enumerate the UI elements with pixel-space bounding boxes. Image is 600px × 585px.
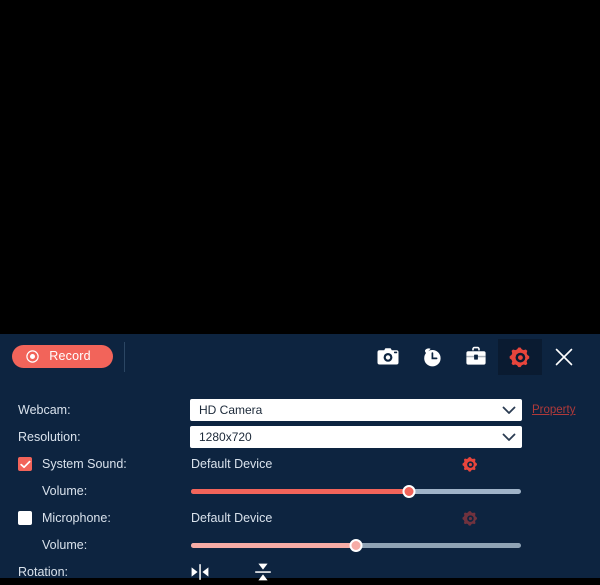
rotation-label: Rotation: [18, 565, 69, 579]
system-sound-settings-gear-icon[interactable] [461, 455, 479, 473]
microphone-label: Microphone: [42, 511, 111, 525]
gear-icon [509, 346, 532, 369]
recording-preview[interactable] [0, 0, 600, 334]
settings-button[interactable] [498, 339, 542, 375]
system-volume-slider[interactable] [191, 483, 521, 499]
record-button-label: Record [49, 349, 91, 364]
system-sound-label: System Sound: [42, 457, 127, 471]
row-system-sound: System Sound: Default Device [0, 451, 600, 477]
slider-fill [191, 488, 409, 494]
microphone-device: Default Device [191, 511, 273, 525]
resolution-label: Resolution: [18, 430, 81, 444]
webcam-label: Webcam: [18, 403, 71, 417]
system-sound-device: Default Device [191, 457, 273, 471]
system-volume-label: Volume: [42, 484, 88, 498]
toolbar-icon-group [366, 339, 586, 375]
resolution-select[interactable]: 1280x720 [190, 426, 522, 448]
flip-vertical-button[interactable] [251, 561, 275, 583]
resolution-select-value: 1280x720 [199, 430, 252, 444]
microphone-settings-gear-icon[interactable] [461, 509, 479, 527]
webcam-select-value: HD Camera [199, 403, 263, 417]
check-icon [19, 460, 30, 468]
flip-horizontal-icon [189, 563, 211, 581]
close-icon [553, 346, 575, 368]
row-microphone: Microphone: Default Device [0, 505, 600, 531]
chevron-down-icon [496, 406, 522, 415]
chevron-down-icon [496, 433, 522, 442]
slider-handle[interactable] [349, 538, 363, 552]
row-microphone-volume: Volume: [0, 532, 600, 558]
row-webcam: Webcam: HD Camera Property [0, 397, 600, 423]
record-dot-icon [26, 350, 39, 363]
slider-handle[interactable] [402, 484, 416, 498]
microphone-volume-slider[interactable] [191, 537, 521, 553]
schedule-button[interactable] [410, 339, 454, 375]
settings-form: Webcam: HD Camera Property Resolution: 1… [0, 379, 600, 581]
microphone-volume-label: Volume: [42, 538, 88, 552]
toolbox-button[interactable] [454, 339, 498, 375]
flip-horizontal-button[interactable] [188, 561, 212, 583]
record-button[interactable]: Record [12, 345, 113, 368]
slider-fill [191, 542, 356, 548]
webcam-property-link[interactable]: Property [532, 404, 575, 416]
close-button[interactable] [542, 339, 586, 375]
toolbox-icon [464, 346, 488, 368]
flip-vertical-icon [253, 561, 273, 583]
toolbar-divider [124, 342, 125, 372]
toolbar: Record [0, 334, 600, 379]
camera-icon [376, 347, 400, 367]
row-rotation: Rotation: [0, 559, 600, 585]
row-system-volume: Volume: [0, 478, 600, 504]
webcam-select[interactable]: HD Camera [190, 399, 522, 421]
system-sound-checkbox[interactable] [18, 457, 32, 471]
clock-icon [420, 346, 444, 368]
screen-recorder-window: Record Webcam: HD Camera Property Resolu… [0, 0, 600, 581]
screenshot-button[interactable] [366, 339, 410, 375]
microphone-checkbox[interactable] [18, 511, 32, 525]
control-panel: Record Webcam: HD Camera Property Resolu… [0, 334, 600, 581]
row-resolution: Resolution: 1280x720 [0, 424, 600, 450]
